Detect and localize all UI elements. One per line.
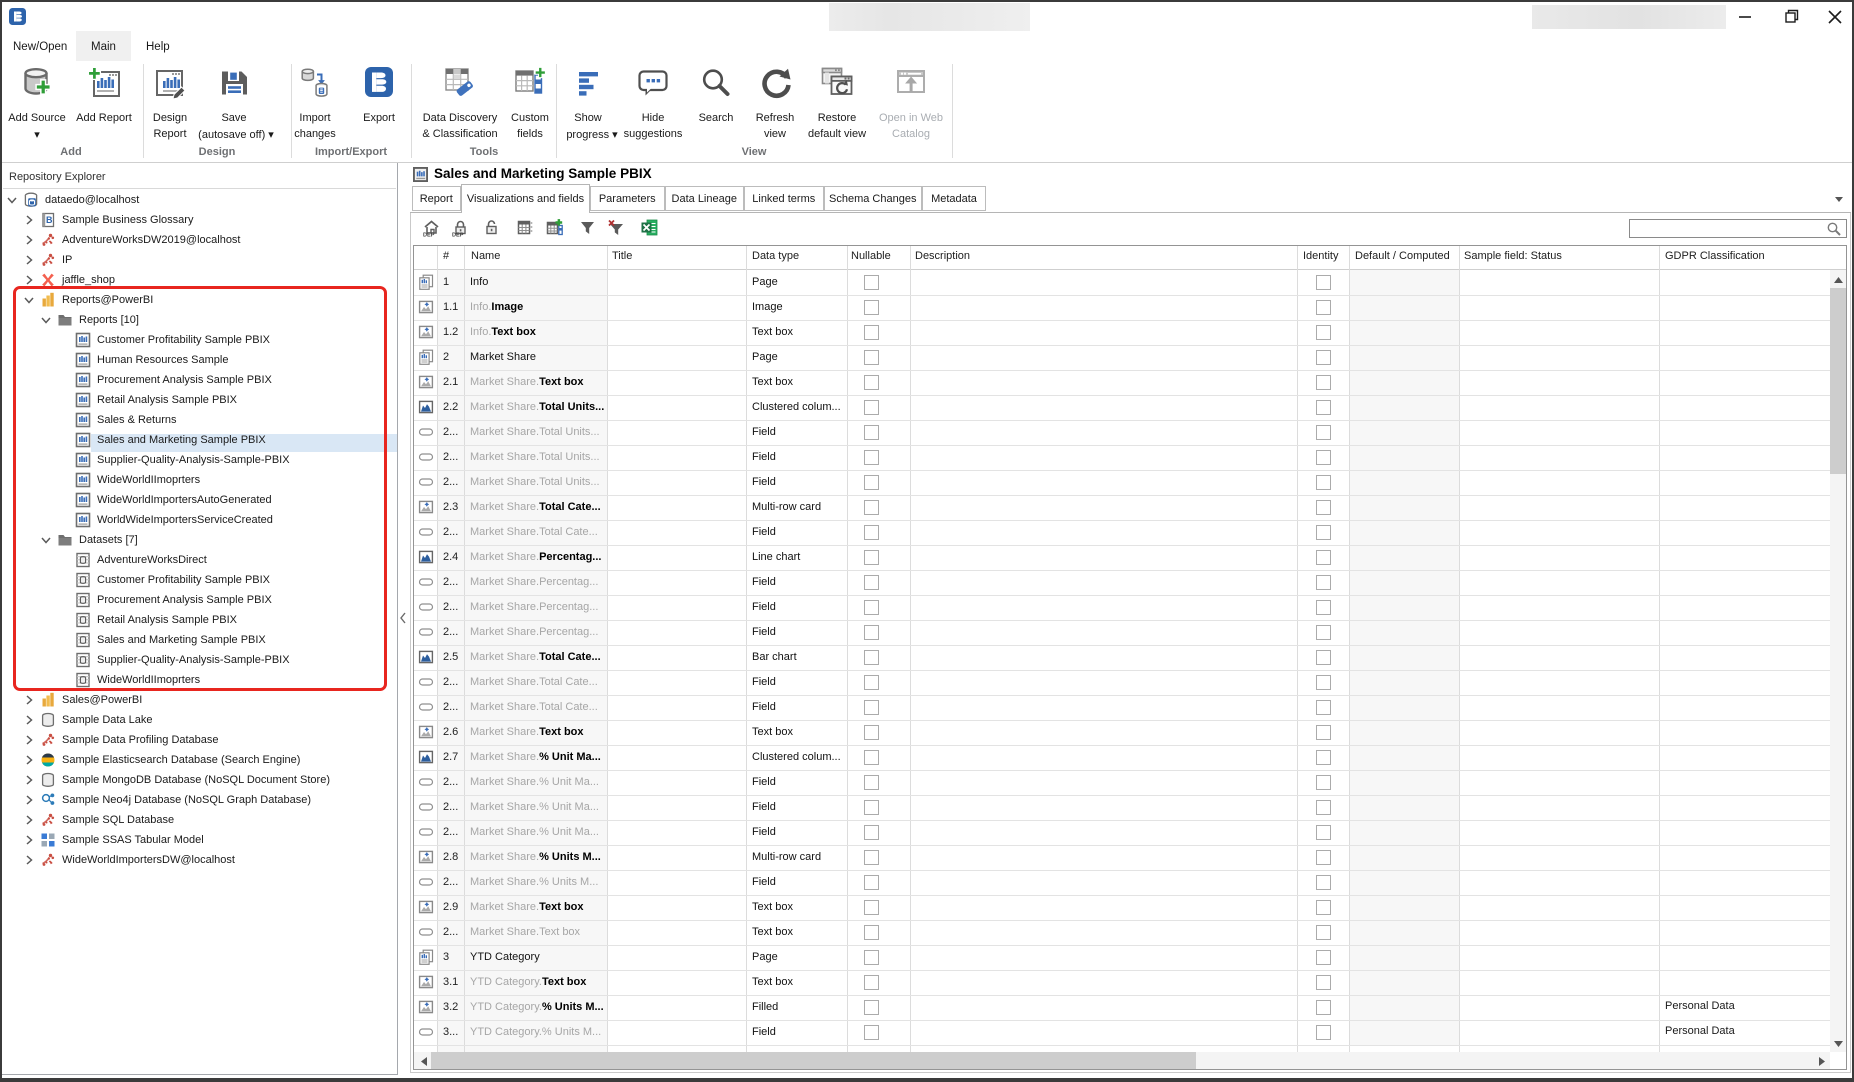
svg-text:B: B — [46, 215, 53, 225]
